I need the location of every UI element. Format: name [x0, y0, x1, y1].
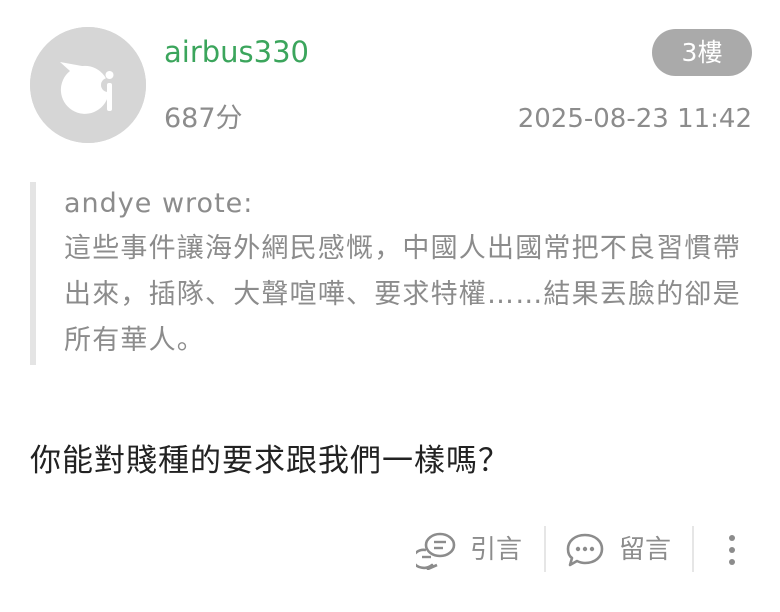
username[interactable]: airbus330 [164, 32, 309, 72]
comment-bubble-icon [566, 533, 604, 567]
post-timestamp: 2025-08-23 11:42 [517, 104, 752, 134]
forum-post: airbus330 687分 3樓 2025-08-23 11:42 andye… [0, 0, 780, 612]
action-divider [544, 526, 546, 572]
avatar-default-icon [30, 27, 146, 143]
more-options-button[interactable] [722, 527, 742, 573]
comment-label: 留言 [619, 535, 672, 565]
floor-badge: 3樓 [652, 29, 752, 76]
quote-text: 這些事件讓海外網民感慨，中國人出國常把不良習慣帶出來，插隊、大聲喧嘩、要求特權…… [64, 233, 741, 356]
quote-button[interactable]: 引言 [416, 527, 522, 573]
quote-action[interactable]: 引言 [416, 530, 522, 570]
quote-block: andye wrote: 這些事件讓海外網民感慨，中國人出國常把不良習慣帶出來，… [30, 182, 750, 365]
reply-text: 你能對賤種的要求跟我們一樣嗎？ [30, 443, 510, 479]
quote-label: 引言 [470, 535, 523, 565]
quote-author: andye wrote: [64, 188, 254, 219]
comment-action[interactable]: 留言 [565, 530, 671, 570]
more-vertical-icon [729, 535, 735, 565]
avatar[interactable] [30, 27, 146, 143]
action-divider [692, 526, 694, 572]
user-points: 687分 [164, 103, 243, 134]
comment-button[interactable]: 留言 [565, 527, 671, 573]
quote-bubbles-icon [416, 532, 456, 570]
